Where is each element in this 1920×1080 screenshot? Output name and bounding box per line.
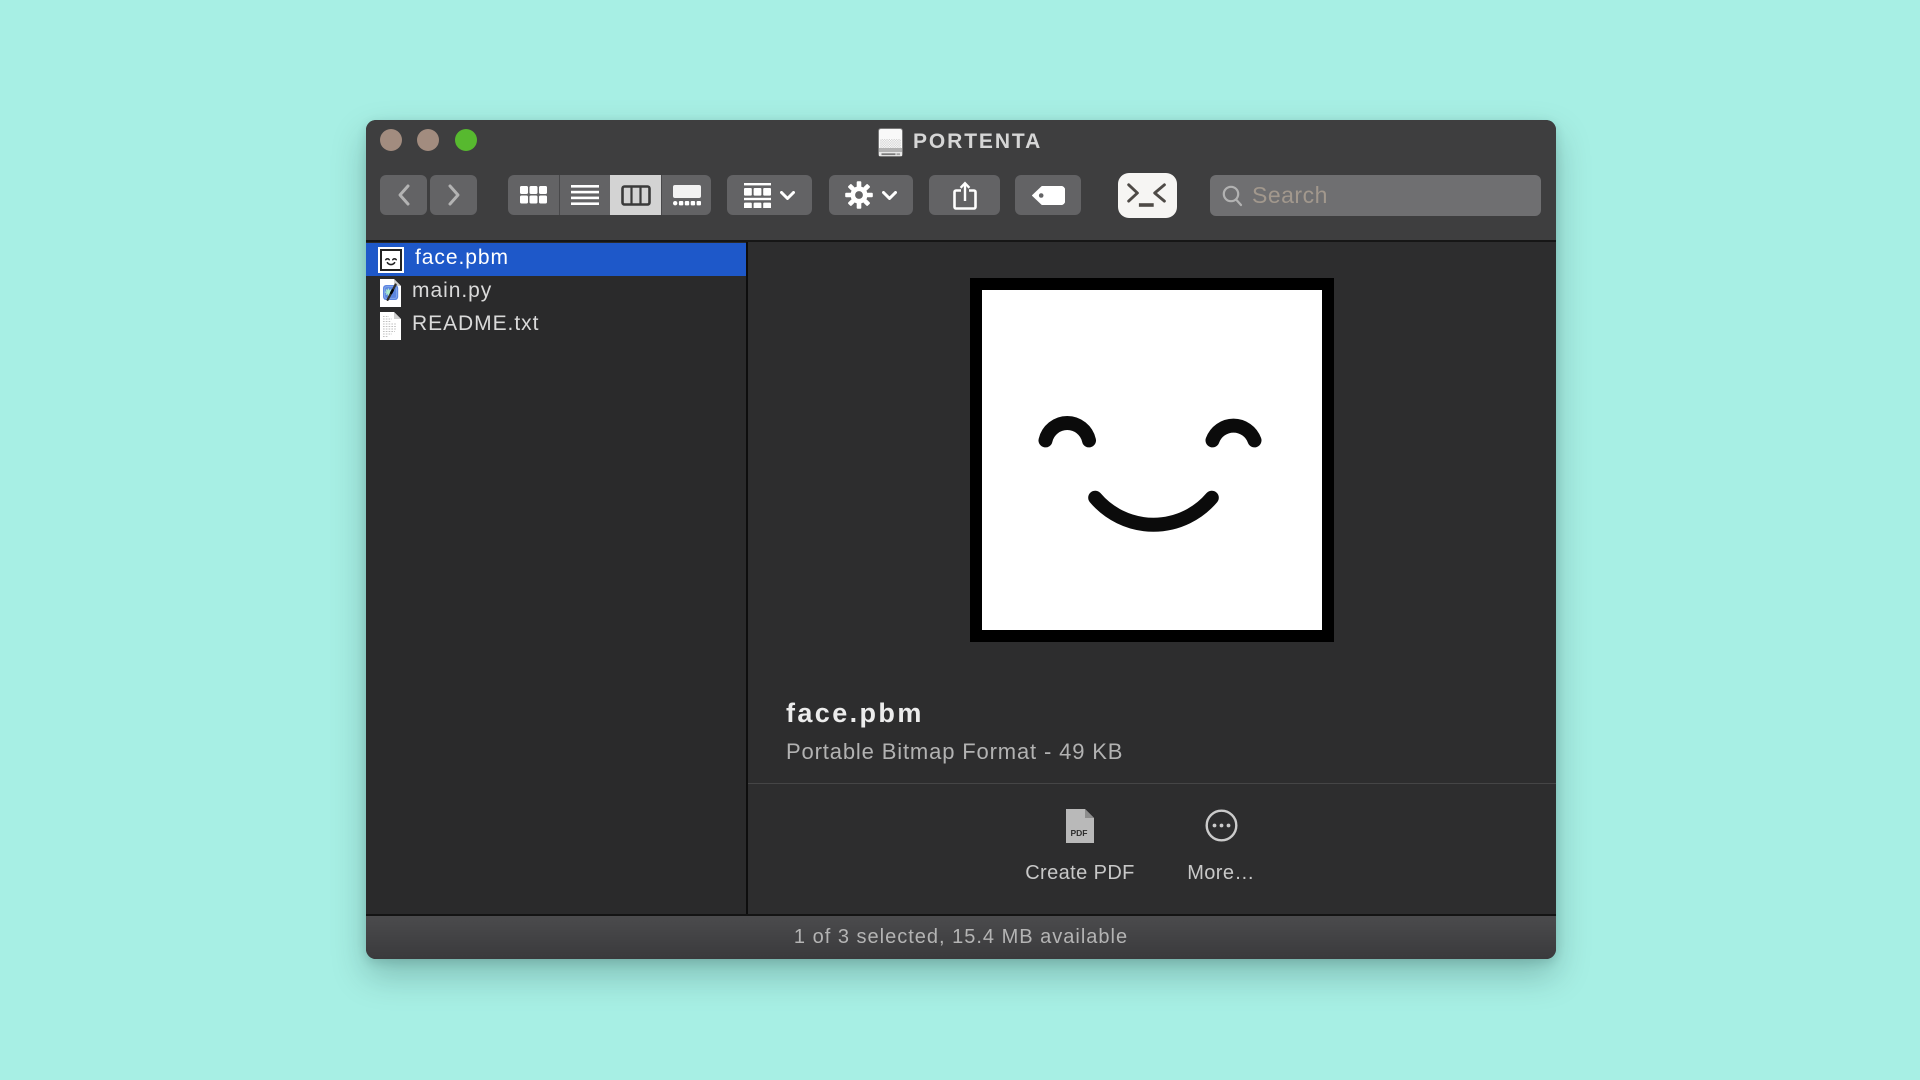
- svg-text:PDF: PDF: [1071, 828, 1088, 838]
